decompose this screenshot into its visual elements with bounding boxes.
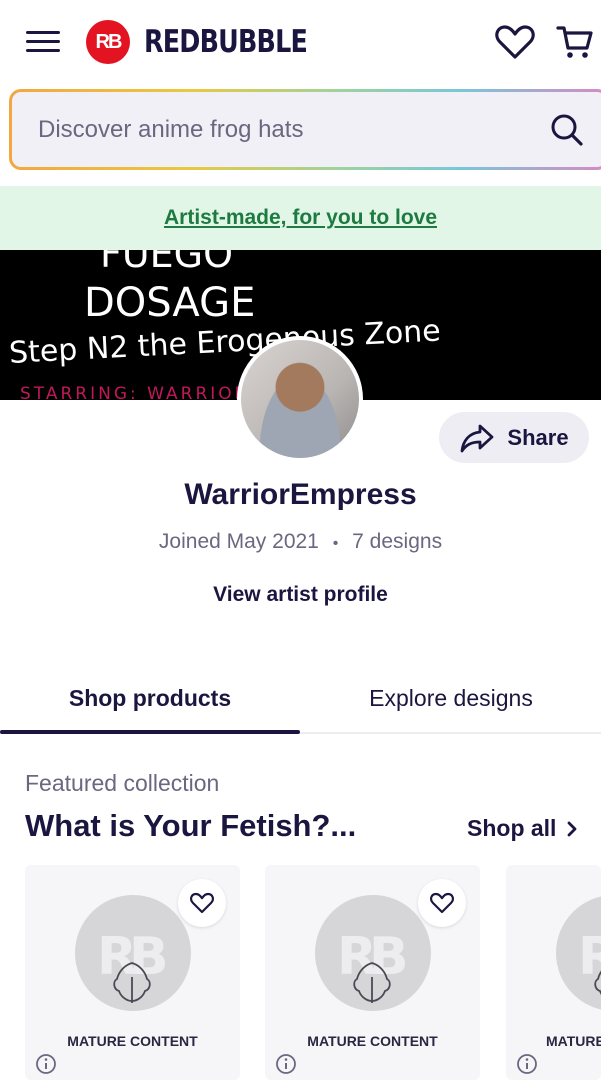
promo-link[interactable]: Artist-made, for you to love [164,206,437,230]
fig-leaf-icon [353,962,391,1003]
tab-shop-products[interactable]: Shop products [0,668,300,734]
menu-icon[interactable] [26,28,60,56]
share-button[interactable]: Share [439,412,589,463]
meta-separator: • [332,535,339,552]
cover-text-line2: DOSAGE [84,280,256,326]
fig-leaf-icon [594,970,601,995]
shop-all-label: Shop all [467,815,557,841]
tab-explore-designs[interactable]: Explore designs [301,668,601,732]
share-icon [461,424,494,452]
artist-name: WarriorEmpress [184,478,417,511]
collection-title[interactable]: What is Your Fetish?... [25,808,356,844]
fig-leaf-icon [113,962,151,1003]
artist-avatar [237,336,363,462]
product-card[interactable]: RB MATURE CONTENT [25,865,240,1080]
info-icon[interactable] [516,1053,538,1075]
placeholder-image: RB [315,895,431,1011]
search-icon[interactable] [549,112,585,148]
product-card[interactable]: RB MATURE CONTENT [265,865,480,1080]
cover-text-line1: FUEGO [100,250,234,276]
app-header: RB REDBUBBLE [0,0,601,84]
featured-label: Featured collection [25,770,220,796]
shop-all-link[interactable]: Shop all [467,815,578,842]
mature-content-label: MATURE CONTENT [67,1033,198,1049]
view-artist-profile-link[interactable]: View artist profile [0,583,601,607]
redbubble-logo[interactable]: RB REDBUBBLE [86,20,343,64]
promo-banner: Artist-made, for you to love [0,186,601,250]
cart-icon[interactable] [555,22,595,62]
joined-date: Joined May 2021 [158,530,319,553]
mature-content-label: MATURE CONTENT [546,1033,601,1049]
search-input[interactable] [38,92,518,167]
design-count: 7 designs [352,530,443,553]
placeholder-image: RB [75,895,191,1011]
info-icon[interactable] [35,1053,57,1075]
search-box [12,92,601,167]
heart-icon[interactable] [494,22,536,62]
heart-icon [430,892,454,914]
product-card[interactable]: RB MATURE CONTENT [506,865,601,1080]
search-bar [9,89,601,170]
info-icon[interactable] [275,1053,297,1075]
logo-wordmark: REDBUBBLE [144,24,308,60]
avatar-photo [241,340,359,458]
share-label: Share [507,424,569,450]
favorite-button[interactable] [418,879,466,927]
artist-meta: Joined May 2021 • 7 designs [0,530,601,554]
chevron-right-icon [568,821,577,836]
tab-bar: Shop products Explore designs [0,668,601,734]
mature-content-label: MATURE CONTENT [307,1033,438,1049]
logo-mark: RB [86,20,130,64]
heart-icon [190,892,214,914]
favorite-button[interactable] [178,879,226,927]
placeholder-image: RB [556,895,601,1011]
